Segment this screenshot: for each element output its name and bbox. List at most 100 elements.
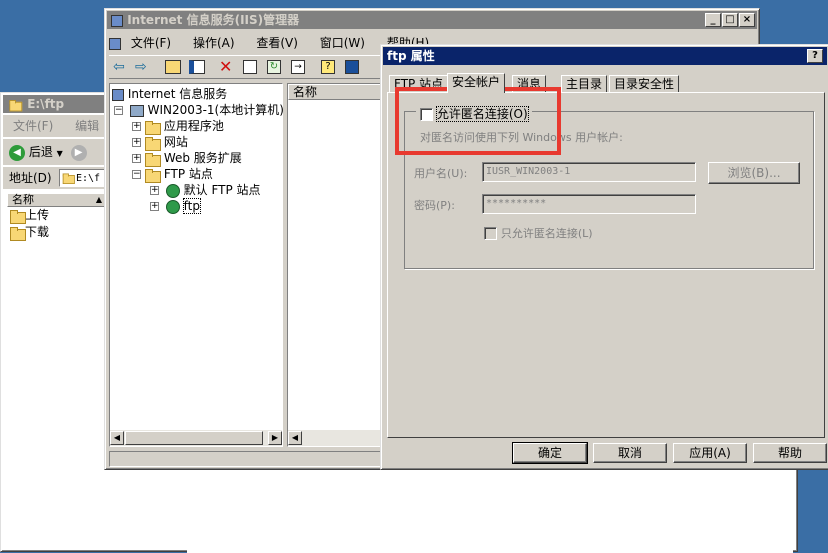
explorer-column-header[interactable]: 名称 ▲ [7,193,107,207]
tab-label: 目录安全性 [614,77,675,91]
iis-list-pane: 名称 ◀ [287,83,383,447]
folder-icon [9,208,26,224]
forward-arrow-icon[interactable]: ▶ [70,144,87,161]
maximize-button[interactable]: □ [722,13,738,27]
tree-item-server[interactable]: − WIN2003-1(本地计算机) [114,102,284,118]
dialog-help-button[interactable]: ? [807,49,823,63]
username-field[interactable]: IUSR_WIN2003-1 [482,162,696,182]
iis-titlebar[interactable]: Internet 信息服务(IIS)管理器 _ □ × [107,11,757,29]
folder-icon [9,225,26,241]
only-anonymous-row[interactable]: 只允许匿名连接(L) [484,225,593,241]
tree-node-label: Web 服务扩展 [163,151,242,165]
computer-icon [129,104,144,117]
folder-icon [144,135,161,151]
tab-directory-security[interactable]: 目录安全性 [609,75,680,93]
dialog-title: ftp 属性 [387,49,435,63]
folder-icon [9,98,23,111]
expand-icon[interactable]: + [150,186,159,195]
ok-button[interactable]: 确定 [512,442,588,464]
folder-icon [144,151,161,167]
help-button[interactable]: 帮助 [753,443,827,463]
iis-root-icon [112,88,124,101]
explorer-column-name: 名称 [12,193,34,206]
ftp-properties-dialog: ftp 属性 ? FTP 站点 安全帐户 消息 主目录 目录安全性 允许匿名连接… [380,44,828,470]
sort-up-icon: ▲ [95,195,102,204]
tab-security-accounts[interactable]: 安全帐户 [447,73,506,93]
list-column-header[interactable]: 名称 [288,84,382,100]
collapse-icon[interactable]: − [132,170,141,179]
list-header-label: 名称 [293,85,318,99]
delete-icon[interactable]: ✕ [219,57,232,76]
scroll-thumb[interactable] [125,431,263,445]
list-item[interactable]: 下载 [9,224,49,241]
list-hscrollbar[interactable]: ◀ [288,430,382,446]
ftp-site-icon [165,183,180,198]
folder-icon [62,172,75,184]
show-tree-icon[interactable] [189,60,205,74]
back-dropdown-icon[interactable]: ▼ [57,149,63,158]
address-label: 地址(D) [9,171,52,185]
tree-node-label: ftp [182,198,202,214]
collapse-icon[interactable]: − [114,106,123,115]
tree-item-ftp[interactable]: + ftp [150,198,202,214]
tree-item-webext[interactable]: + Web 服务扩展 [132,150,242,167]
explorer-menu-edit[interactable]: 编辑 [75,119,99,133]
tree-hscrollbar[interactable]: ◀ ▶ [110,430,282,446]
password-field[interactable]: ********** [482,194,696,214]
iis-tree-pane: Internet 信息服务 − WIN2003-1(本地计算机) + 应用程序池… [109,83,284,447]
tab-label: 主目录 [566,77,603,91]
folder-icon [144,167,161,183]
scroll-left-icon[interactable]: ◀ [288,431,302,445]
only-anonymous-label: 只允许匿名连接(L) [500,227,593,240]
scroll-left-icon[interactable]: ◀ [110,431,124,445]
tree-node-label: 默认 FTP 站点 [183,183,261,197]
username-label: 用户名(U): [414,167,468,180]
tree-item-root[interactable]: Internet 信息服务 [112,86,227,102]
only-anonymous-checkbox[interactable] [484,227,497,240]
password-label: 密码(P): [414,199,455,212]
tree-item-ftp-sites[interactable]: − FTP 站点 [132,166,213,183]
iis-app-icon [111,14,123,27]
tree-node-label: FTP 站点 [163,167,213,181]
console-icon[interactable] [345,60,359,74]
forward-icon[interactable]: ⇨ [135,59,147,75]
expand-icon[interactable]: + [150,202,159,211]
minimize-button[interactable]: _ [705,13,721,27]
iis-menu-window[interactable]: 窗口(W) [320,36,365,50]
help-icon[interactable]: ? [321,60,335,74]
refresh-icon[interactable]: ↻ [267,60,281,74]
back-arrow-icon[interactable]: ◀ [9,144,25,161]
tab-label: 安全帐户 [452,75,501,89]
export-icon[interactable]: → [291,60,305,74]
explorer-menu-file[interactable]: 文件(F) [13,119,53,133]
iis-title: Internet 信息服务(IIS)管理器 [127,13,300,27]
expand-icon[interactable]: + [132,122,141,131]
iis-menu-file[interactable]: 文件(F) [131,36,171,50]
tree-server-label: WIN2003-1(本地计算机) [147,103,284,117]
tree-item-default-ftp[interactable]: + 默认 FTP 站点 [150,182,261,198]
list-item-label: 上传 [25,208,50,222]
folder-icon [144,119,161,135]
up-folder-icon[interactable] [165,60,181,74]
list-item[interactable]: 上传 [9,207,50,224]
iis-menu-view[interactable]: 查看(V) [256,36,298,50]
iis-menu-action[interactable]: 操作(A) [193,36,235,50]
apply-button[interactable]: 应用(A) [673,443,747,463]
back-icon[interactable]: ⇦ [113,59,125,75]
iis-statusbar [109,451,385,467]
cancel-button[interactable]: 取消 [593,443,667,463]
highlight-box [395,87,561,155]
browse-button[interactable]: 浏览(B)... [708,162,800,184]
back-button[interactable]: 后退 [29,145,53,159]
expand-icon[interactable]: + [132,154,141,163]
ftp-site-icon [165,199,180,214]
tree-item-websites[interactable]: + 网站 [132,134,188,151]
close-button[interactable]: × [739,13,755,27]
tree-item-apppools[interactable]: + 应用程序池 [132,118,224,135]
tree-root-label: Internet 信息服务 [127,87,228,101]
properties-icon[interactable] [243,60,257,74]
tab-home-directory[interactable]: 主目录 [561,75,608,93]
expand-icon[interactable]: + [132,138,141,147]
dialog-titlebar[interactable]: ftp 属性 ? [383,47,827,65]
scroll-right-icon[interactable]: ▶ [268,431,282,445]
